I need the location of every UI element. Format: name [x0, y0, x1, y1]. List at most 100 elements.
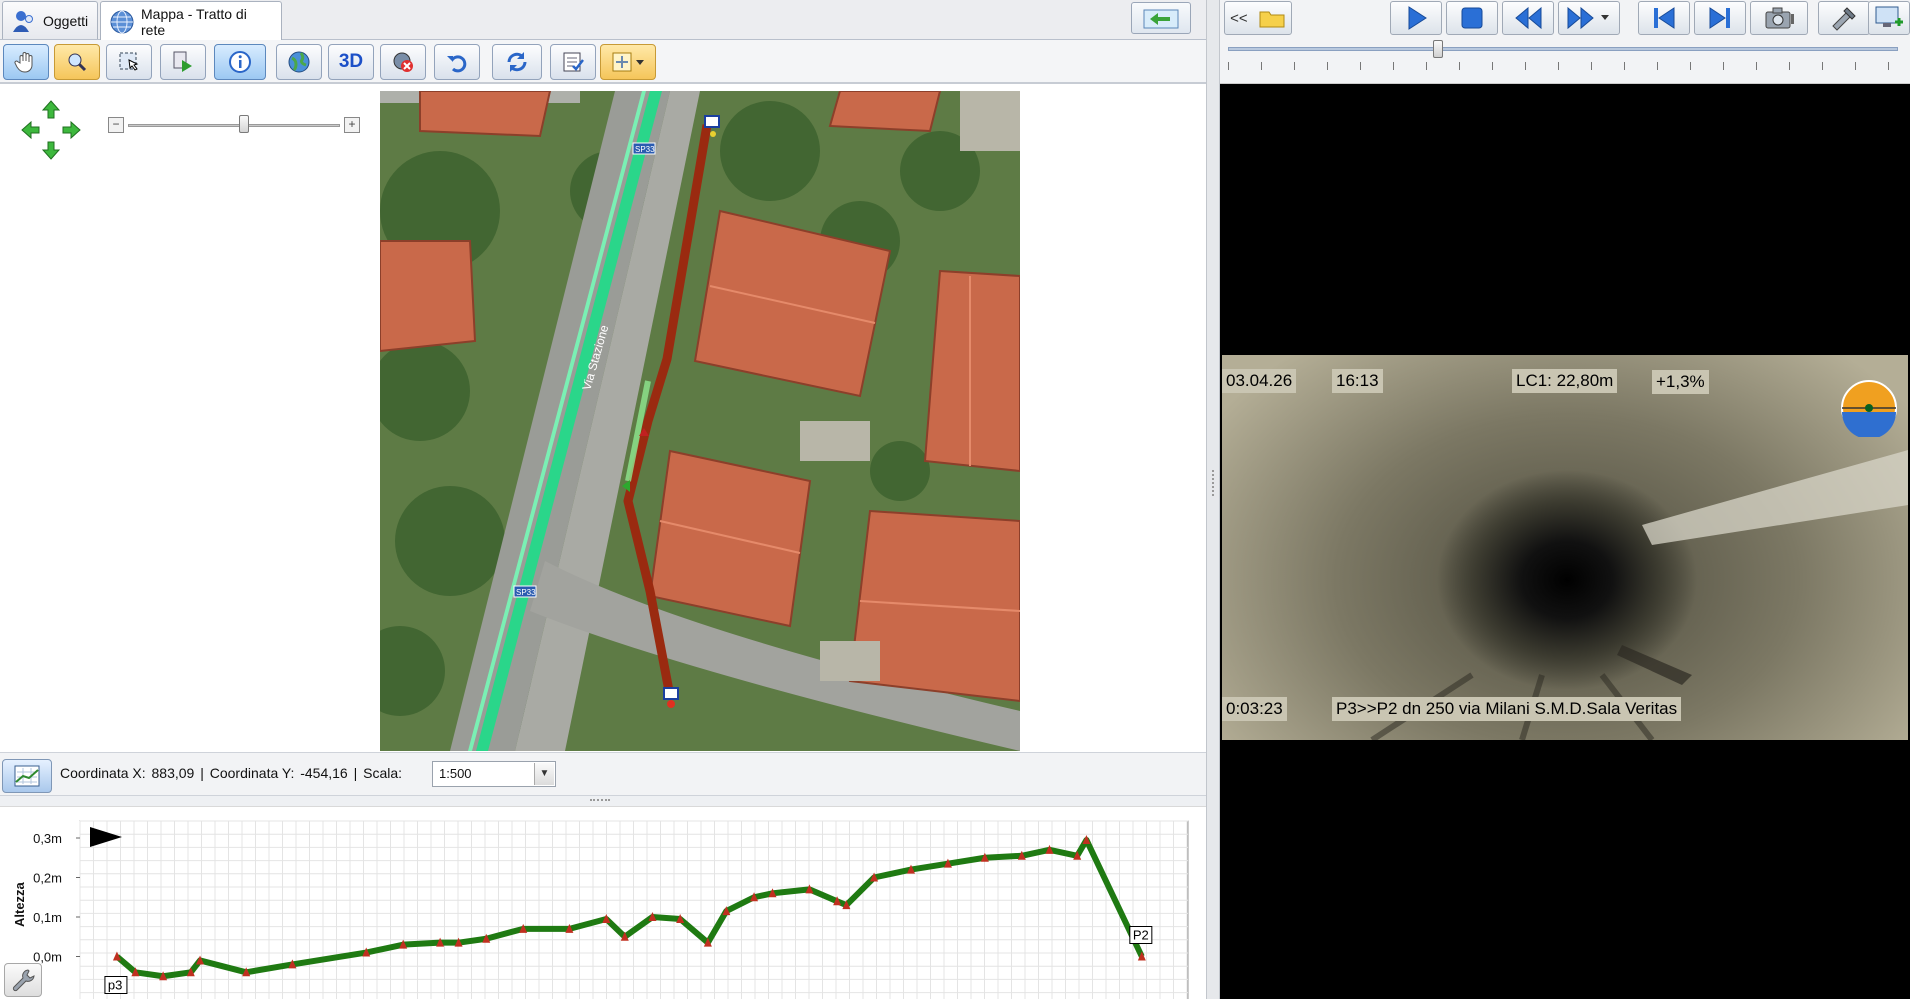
zoom-slider[interactable]: − +: [108, 115, 360, 133]
collapse-panel-button[interactable]: [1131, 2, 1191, 34]
inspection-video-frame[interactable]: 03.04.26 16:13 LC1: 22,80m +1,3% 0:03:23…: [1222, 355, 1908, 740]
hand-pan-icon: [14, 52, 33, 73]
vertical-splitter[interactable]: [1206, 0, 1220, 999]
satellite-map-image[interactable]: SP33 SP33 Via Stazione: [380, 91, 1020, 751]
arrow-up-icon[interactable]: [41, 100, 61, 119]
play-route-button[interactable]: [160, 44, 206, 80]
snapshot-button[interactable]: [1750, 1, 1808, 35]
tab-oggetti[interactable]: Oggetti: [2, 1, 98, 39]
back-folder-button[interactable]: <<: [1224, 1, 1292, 35]
osd-distance: LC1: 22,80m: [1512, 369, 1618, 393]
undo-icon: [447, 55, 467, 73]
manhole-start-marker[interactable]: [704, 115, 720, 128]
line-chart-icon: [14, 765, 40, 787]
stop-button[interactable]: [1446, 1, 1498, 35]
tools-button[interactable]: [1818, 1, 1870, 35]
globe-icon: [288, 51, 310, 73]
folder-icon: [1259, 11, 1285, 28]
chevron-down-icon[interactable]: ▼: [534, 763, 554, 785]
globe-icon: [109, 9, 135, 35]
zoom-button[interactable]: [54, 44, 100, 80]
chart-settings-button[interactable]: [4, 963, 42, 997]
wrench-icon: [12, 969, 35, 992]
arrow-left-icon[interactable]: [21, 120, 40, 140]
layer-dropdown-button[interactable]: [600, 44, 656, 80]
scale-label: Scala:: [363, 765, 403, 781]
end-node-label: P2: [1133, 928, 1149, 943]
scale-dropdown[interactable]: 1:500 ▼: [432, 761, 556, 787]
seek-thumb[interactable]: [1432, 40, 1443, 58]
osd-slope: +1,3%: [1652, 370, 1709, 394]
seek-ticks: [1228, 62, 1898, 70]
pan-navigation-pad[interactable]: [20, 99, 82, 161]
y-tick-label: 0,2m: [33, 871, 62, 886]
coord-y-value: -454,16: [300, 765, 348, 781]
coordinate-readout: Coordinata X: 883,09 | Coordinata Y: -45…: [60, 765, 404, 781]
back-label: <<: [1230, 9, 1248, 27]
video-panel: << 03.04.26 16:13 LC1: 22,80m +1,3% 0:03…: [1220, 0, 1910, 999]
video-seek-bar[interactable]: [1220, 40, 1910, 84]
3d-button[interactable]: 3D: [328, 44, 374, 80]
elevation-profile-chart: 0,3m 0,2m 0,1m 0,0m Altezza p3 P2: [0, 806, 1206, 999]
stop-icon: [1461, 7, 1483, 29]
play-route-icon: [173, 51, 192, 72]
cancel-globe-button[interactable]: [380, 44, 426, 80]
horizontal-splitter[interactable]: [0, 796, 1206, 806]
osd-date: 03.04.26: [1222, 369, 1297, 393]
zoom-out-button[interactable]: −: [108, 117, 124, 133]
tools-icon: [1832, 7, 1856, 31]
map-status-bar: Coordinata X: 883,09 | Coordinata Y: -45…: [0, 752, 1206, 796]
layer-dropdown-icon: [612, 52, 644, 72]
map-panel: Oggetti Mappa - Tratto di rete 3D − + SP…: [0, 0, 1206, 999]
next-icon: [1709, 7, 1730, 29]
play-button[interactable]: [1390, 1, 1442, 35]
pan-button[interactable]: [3, 44, 49, 80]
checklist-button[interactable]: [550, 44, 596, 80]
add-monitor-icon: [1875, 6, 1903, 27]
road-shield-label: SP33: [635, 145, 655, 154]
arrow-down-icon[interactable]: [41, 141, 61, 160]
profile-chart-button[interactable]: [2, 759, 52, 793]
osd-time: 16:13: [1332, 369, 1383, 393]
coord-y-label: Coordinata Y:: [209, 765, 295, 781]
profile-chart-svg: 0,3m0,2m0,1m0,0mAltezzap3P2: [12, 820, 1189, 999]
globe-button[interactable]: [276, 44, 322, 80]
coord-x-label: Coordinata X:: [60, 765, 146, 781]
seek-track[interactable]: [1228, 47, 1898, 51]
scale-value: 1:500: [439, 766, 472, 781]
app-window: Oggetti Mappa - Tratto di rete 3D − + SP…: [0, 0, 1910, 999]
next-button[interactable]: [1694, 1, 1746, 35]
select-area-button[interactable]: [106, 44, 152, 80]
previous-button[interactable]: [1638, 1, 1690, 35]
manhole-end-marker[interactable]: [663, 687, 679, 700]
rewind-button[interactable]: [1502, 1, 1554, 35]
checklist-icon: [563, 52, 584, 72]
select-area-icon: [119, 52, 139, 71]
arrow-right-icon[interactable]: [62, 120, 81, 140]
info-button[interactable]: [214, 44, 266, 80]
3d-label: 3D: [338, 51, 364, 72]
add-monitor-button[interactable]: [1868, 1, 1910, 35]
map-toolbar: 3D: [0, 40, 1206, 84]
tab-mappa[interactable]: Mappa - Tratto di rete: [100, 1, 282, 41]
previous-icon: [1654, 7, 1675, 29]
y-tick-label: 0,3m: [33, 831, 62, 846]
refresh-button[interactable]: [492, 44, 542, 80]
zoom-in-button[interactable]: +: [344, 117, 360, 133]
undo-button[interactable]: [434, 44, 480, 80]
map-view[interactable]: − + SP33 SP33 Via Stazione: [0, 86, 1206, 752]
play-icon: [1408, 6, 1427, 30]
separator: |: [200, 765, 204, 781]
tab-bar: Oggetti Mappa - Tratto di rete: [0, 0, 1206, 41]
fast-forward-icon: [1567, 6, 1609, 30]
y-axis-label: Altezza: [12, 881, 27, 927]
fast-forward-button[interactable]: [1558, 1, 1620, 35]
rewind-icon: [1515, 6, 1542, 30]
zoom-track[interactable]: [128, 124, 340, 127]
zoom-thumb[interactable]: [239, 115, 250, 133]
magnifier-icon: [68, 53, 87, 72]
refresh-icon: [507, 52, 527, 72]
tab-label: Mappa - Tratto di rete: [141, 5, 247, 38]
cancel-globe-icon: [393, 52, 413, 72]
osd-description: P3>>P2 dn 250 via Milani S.M.D.Sala Veri…: [1332, 697, 1682, 721]
